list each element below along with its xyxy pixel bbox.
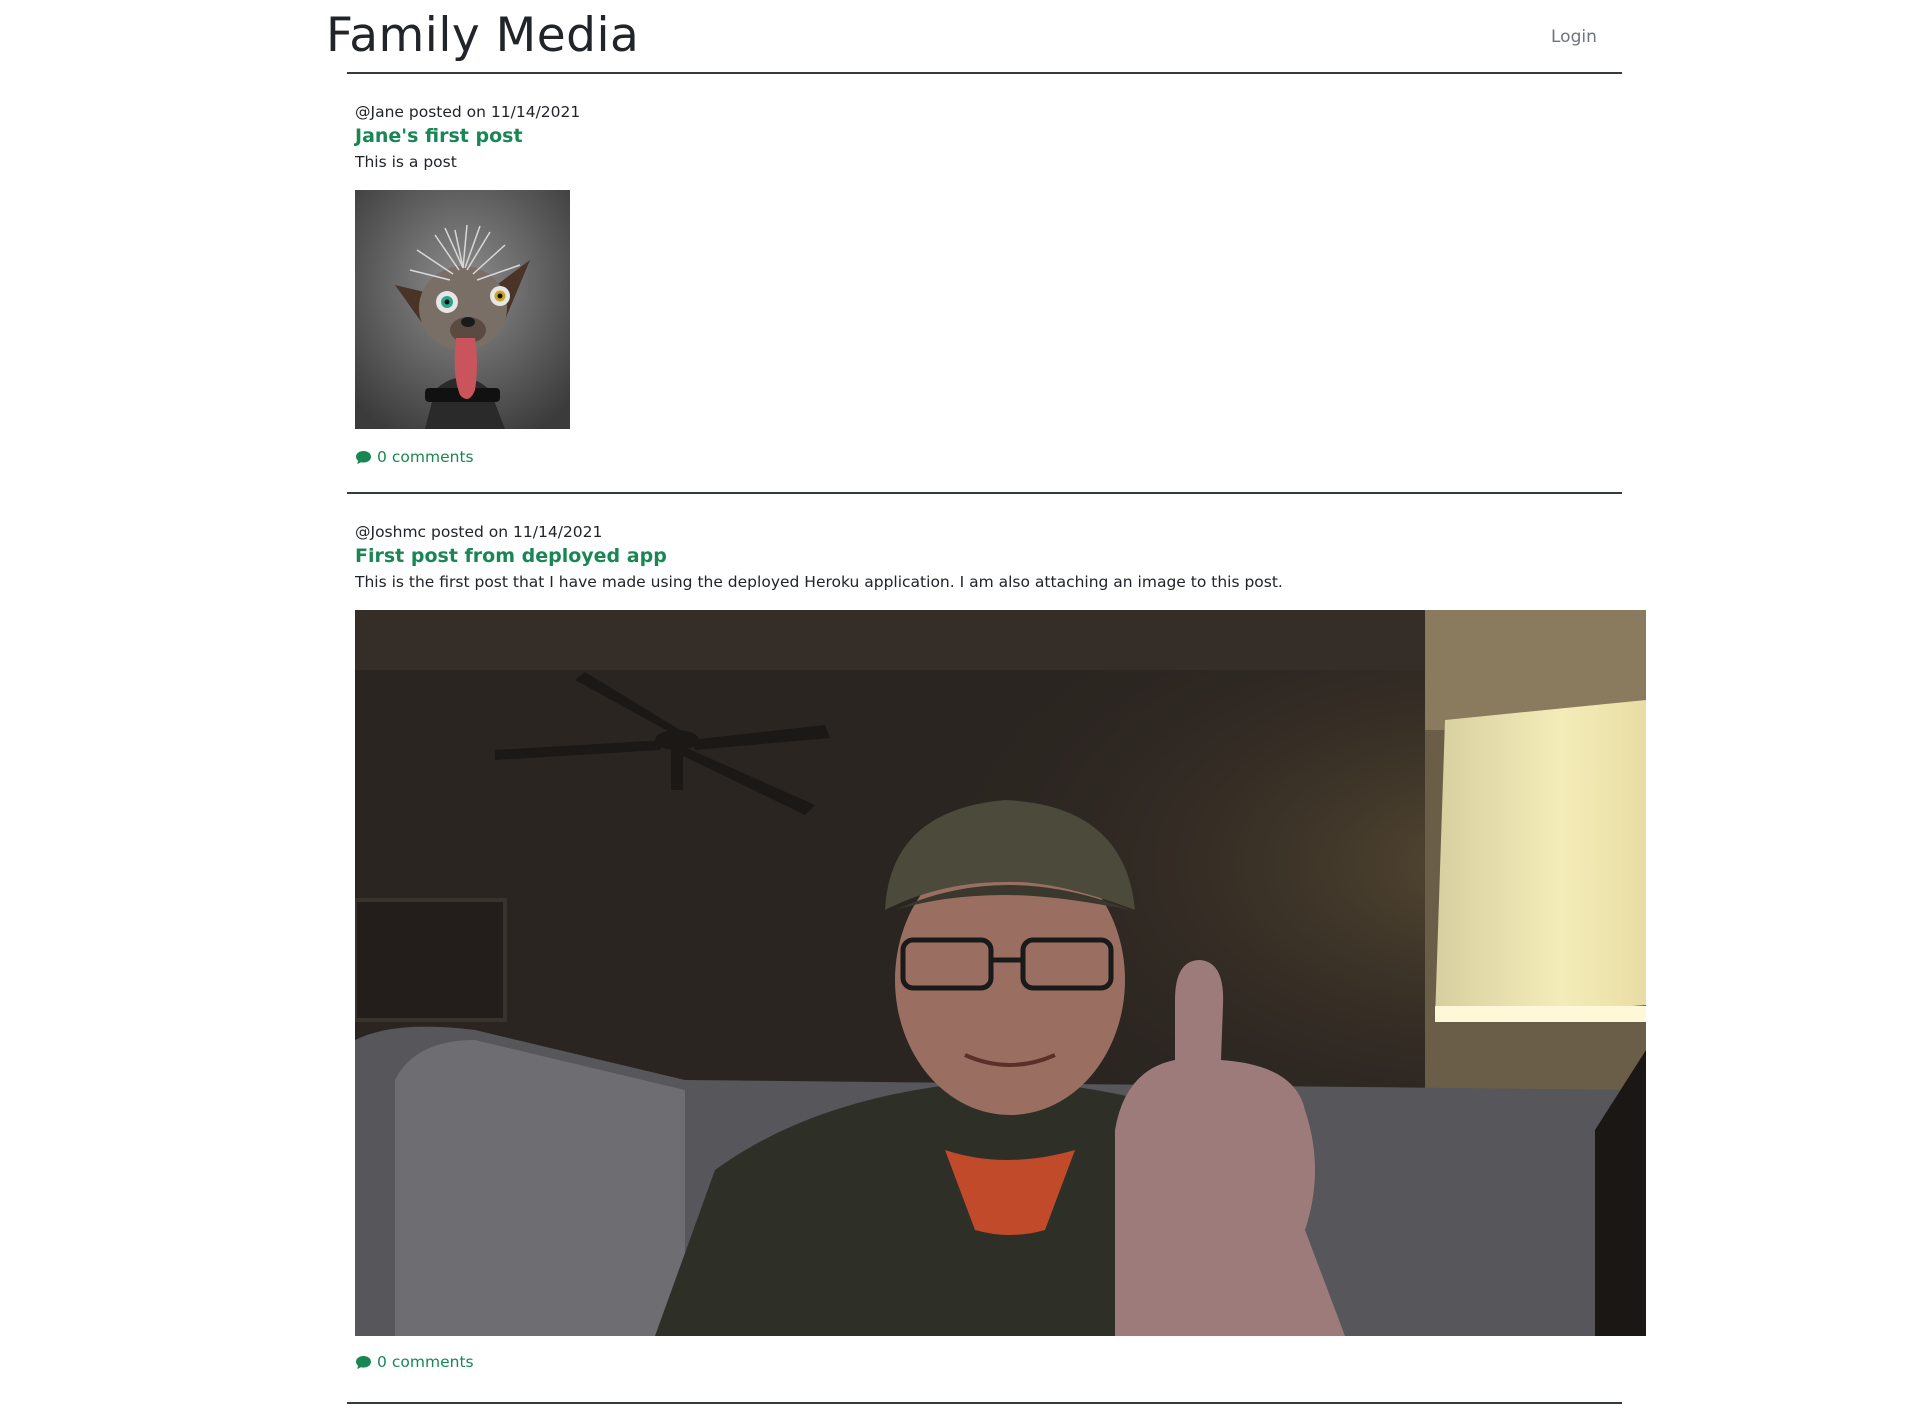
post-title[interactable]: Jane's first post — [355, 122, 523, 150]
comments-label: comments — [391, 1353, 474, 1371]
post-divider — [347, 492, 1622, 494]
page: Family Media Login @Jane posted on 11/14… — [0, 0, 1920, 1406]
comment-bubble-icon — [356, 1355, 371, 1369]
post-body: This is the first post that I have made … — [355, 573, 1283, 591]
comments-count: 0 — [377, 448, 387, 466]
login-link[interactable]: Login — [1551, 25, 1597, 49]
post-meta: @Joshmc posted on 11/14/2021 — [355, 520, 602, 544]
app-title[interactable]: Family Media — [326, 12, 639, 60]
post-divider — [347, 1402, 1622, 1404]
post-date: 11/14/2021 — [513, 523, 603, 541]
comments-link[interactable]: 0 comments — [355, 445, 474, 469]
post-author[interactable]: @Joshmc — [355, 523, 426, 541]
header-divider — [347, 72, 1622, 74]
post-date: 11/14/2021 — [490, 103, 581, 121]
post-body: This is a post — [355, 153, 457, 171]
post-posted-on-label: posted on — [431, 523, 509, 541]
post-author[interactable]: @Jane — [355, 103, 404, 121]
comments-link[interactable]: 0 comments — [355, 1350, 474, 1374]
post-meta: @Jane posted on 11/14/2021 — [355, 100, 580, 124]
comment-bubble-icon — [356, 450, 371, 464]
post-image-selfie — [355, 610, 1646, 1336]
post-posted-on-label: posted on — [408, 103, 486, 121]
post-image-dog — [355, 190, 570, 429]
comments-label: comments — [391, 448, 474, 466]
post-title[interactable]: First post from deployed app — [355, 542, 667, 570]
comments-count: 0 — [377, 1353, 387, 1371]
